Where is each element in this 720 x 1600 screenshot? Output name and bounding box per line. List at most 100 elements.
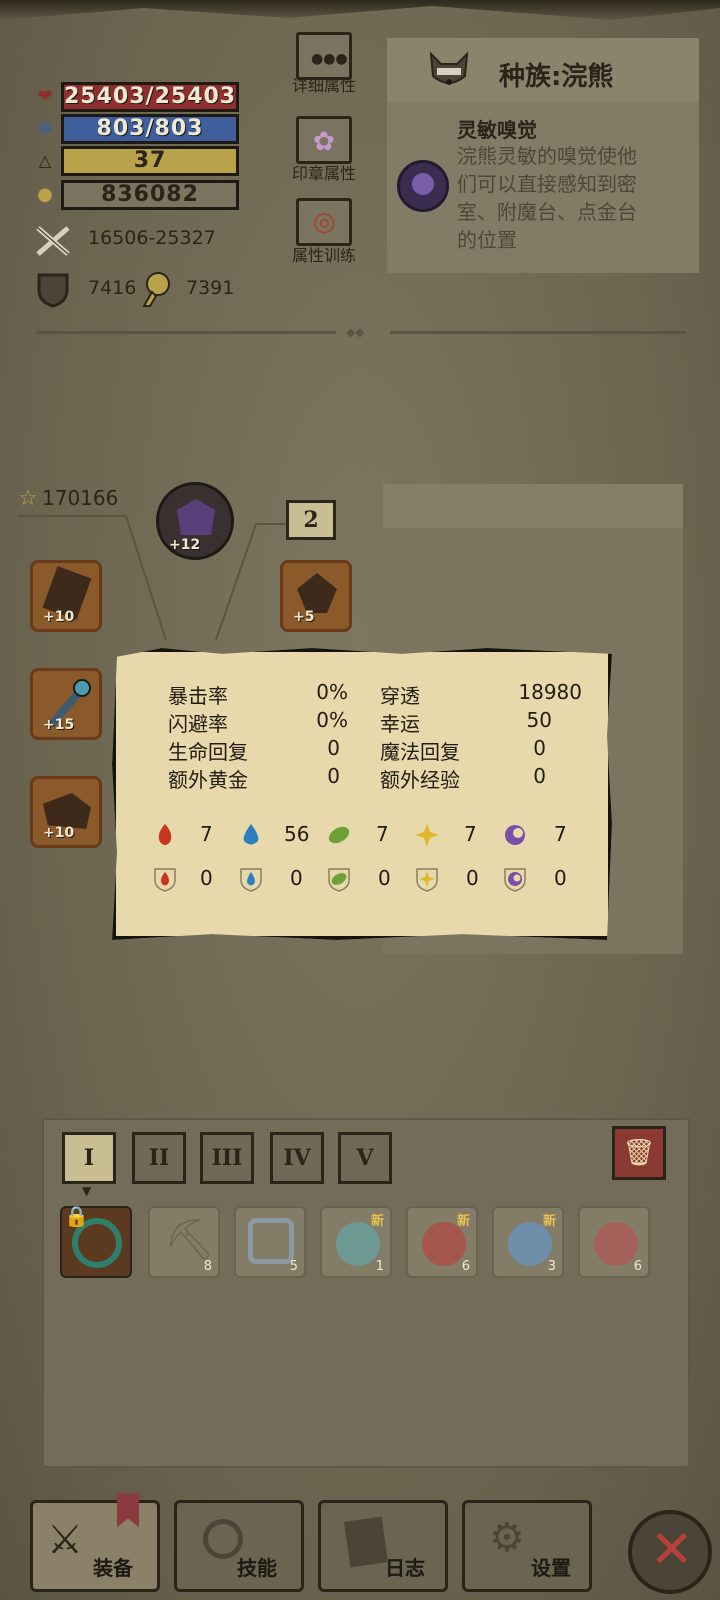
attr-value: 0% (316, 708, 348, 732)
water-attack-value: 56 (284, 822, 310, 846)
new-tag: 新 (542, 1214, 556, 1229)
magic-shield-icon (142, 272, 170, 307)
inventory-slot[interactable]: 6 (578, 1206, 650, 1278)
fire-attack-value: 7 (200, 822, 213, 846)
skill-desc-line: 室、附魔台、点金台 (457, 200, 637, 224)
tab-page-4[interactable]: IV (270, 1132, 324, 1184)
slot-count: 6 (461, 1259, 470, 1274)
pickaxe-icon: ⛏ (164, 1217, 215, 1263)
scroll-icon (248, 1218, 294, 1264)
boots-slot[interactable]: +10 (30, 776, 102, 848)
tab-page-2[interactable]: II (132, 1132, 186, 1184)
close-button[interactable]: ✕ (628, 1510, 712, 1594)
divider-right (390, 331, 686, 334)
armor-icon (297, 573, 337, 613)
shield-icon (37, 273, 69, 308)
attr-label: 魔法回复 (380, 740, 460, 764)
skill-desc-line: 浣熊灵敏的嗅觉使他 (457, 144, 637, 168)
nav-skill-label: 技能 (237, 1556, 277, 1580)
slot-count: 5 (289, 1259, 298, 1274)
attr-value: 0 (327, 764, 340, 788)
race-panel: 种族:浣熊 灵敏嗅觉 浣熊灵敏的嗅觉使他 们可以直接感知到密 室、附魔台、点金台… (387, 38, 699, 273)
skill-desc-line: 的位置 (457, 228, 517, 252)
helmet-icon (177, 499, 215, 535)
slot-count: 6 (633, 1259, 642, 1274)
top-torn-edge (0, 0, 720, 20)
attack-range: 16506-25327 (88, 227, 216, 249)
staff-slot[interactable]: +15 (30, 668, 102, 740)
attribute-training-button[interactable]: ◎ (296, 198, 352, 246)
tab-page-3[interactable]: III (200, 1132, 254, 1184)
inventory-slot[interactable]: ⛏ 8 (148, 1206, 220, 1278)
light-attack-value: 7 (464, 822, 477, 846)
inventory-slot[interactable]: 🔒 (60, 1204, 132, 1278)
trash-icon: 🗑 (622, 1138, 656, 1168)
attr-label: 生命回复 (168, 740, 248, 764)
attribute-detail-popup[interactable]: 暴击率 0% 穿透 18980 闪避率 0% 幸运 50 生命回复 0 魔法回复… (112, 648, 612, 940)
boots-enhance: +10 (43, 825, 75, 841)
gold-bar: 836082 (61, 180, 239, 210)
active-tab-caret: ▼ (82, 1184, 92, 1198)
helmet-slot[interactable]: +12 (156, 482, 234, 560)
tab-page-5[interactable]: V (338, 1132, 392, 1184)
skill-desc-line: 们可以直接感知到密 (457, 172, 637, 196)
nav-settings-button[interactable]: ⚙ 设置 (462, 1500, 592, 1592)
lock-icon: 🔒 (64, 1204, 89, 1228)
light-resist-icon (416, 868, 438, 892)
target-icon: ◎ (313, 207, 336, 237)
mana-icon: ✻ (37, 118, 53, 139)
slot-count: 3 (547, 1259, 556, 1274)
nav-log-button[interactable]: 日志 (318, 1500, 448, 1592)
inventory-slot[interactable]: 新 6 (406, 1206, 478, 1278)
divider-left (36, 331, 336, 334)
water-resist-icon (240, 868, 262, 892)
staff-gem-icon (73, 679, 91, 697)
staff-enhance: +15 (43, 717, 75, 733)
star-icon: ☆ (18, 486, 38, 511)
more-dots-icon: ●●● (311, 51, 348, 67)
seal-attributes-button[interactable]: ✿ (296, 116, 352, 164)
inventory-slot[interactable]: 5 (234, 1206, 306, 1278)
nav-skill-button[interactable]: 技能 (174, 1500, 304, 1592)
attr-value: 0 (327, 736, 340, 760)
game-screen: ❤ 25403/25403 ✻ 803/803 △ 37 ● 836082 16… (0, 0, 720, 1600)
trash-button[interactable]: 🗑 (612, 1126, 666, 1180)
tab-page-1[interactable]: I (62, 1132, 116, 1184)
magic-defense-value: 7391 (186, 277, 235, 299)
leaf-attack-icon (328, 826, 350, 844)
bookmark-icon (117, 1493, 139, 1527)
equipment-set-box[interactable]: 2 (286, 500, 336, 540)
slot-count: 1 (375, 1259, 384, 1274)
armor-slot[interactable]: +5 (280, 560, 352, 632)
attr-value: 0 (533, 764, 546, 788)
dark-attack-value: 7 (554, 822, 567, 846)
attr-value: 50 (526, 708, 552, 732)
attribute-training-label: 属性训练 (291, 246, 356, 265)
large-red-potion-icon (594, 1222, 638, 1266)
leaf-resist-icon (328, 868, 350, 892)
skill-description: 浣熊灵敏的嗅觉使他 们可以直接感知到密 室、附魔台、点金台 的位置 (457, 142, 637, 254)
nav-equip-button[interactable]: ⚔ 装备 (30, 1493, 160, 1592)
nav-equip-label: 装备 (93, 1556, 133, 1580)
inventory-slot[interactable]: 新 1 (320, 1206, 392, 1278)
inventory-slot[interactable]: 新 3 (492, 1206, 564, 1278)
slot-count: 8 (203, 1259, 212, 1274)
dark-resist-value: 0 (554, 866, 567, 890)
defense-value: 7416 (88, 277, 137, 299)
detail-attributes-label: 详细属性 (291, 76, 356, 95)
race-title: 种族:浣熊 (499, 62, 614, 92)
attr-label: 额外黄金 (168, 768, 248, 792)
attr-label: 幸运 (380, 712, 420, 736)
fire-resist-value: 0 (200, 866, 213, 890)
dark-resist-icon (504, 868, 526, 892)
light-attack-icon (415, 823, 439, 847)
crossed-swords-icon (36, 226, 70, 256)
helmet-enhance: +12 (169, 537, 201, 553)
weapon-slot[interactable]: +10 (30, 560, 102, 632)
flower-seal-icon: ✿ (313, 127, 335, 157)
boots-icon (43, 793, 91, 829)
leaf-resist-value: 0 (378, 866, 391, 890)
attr-label: 穿透 (380, 684, 420, 708)
attr-value: 18980 (518, 680, 582, 704)
power-value: 170166 (42, 486, 119, 510)
